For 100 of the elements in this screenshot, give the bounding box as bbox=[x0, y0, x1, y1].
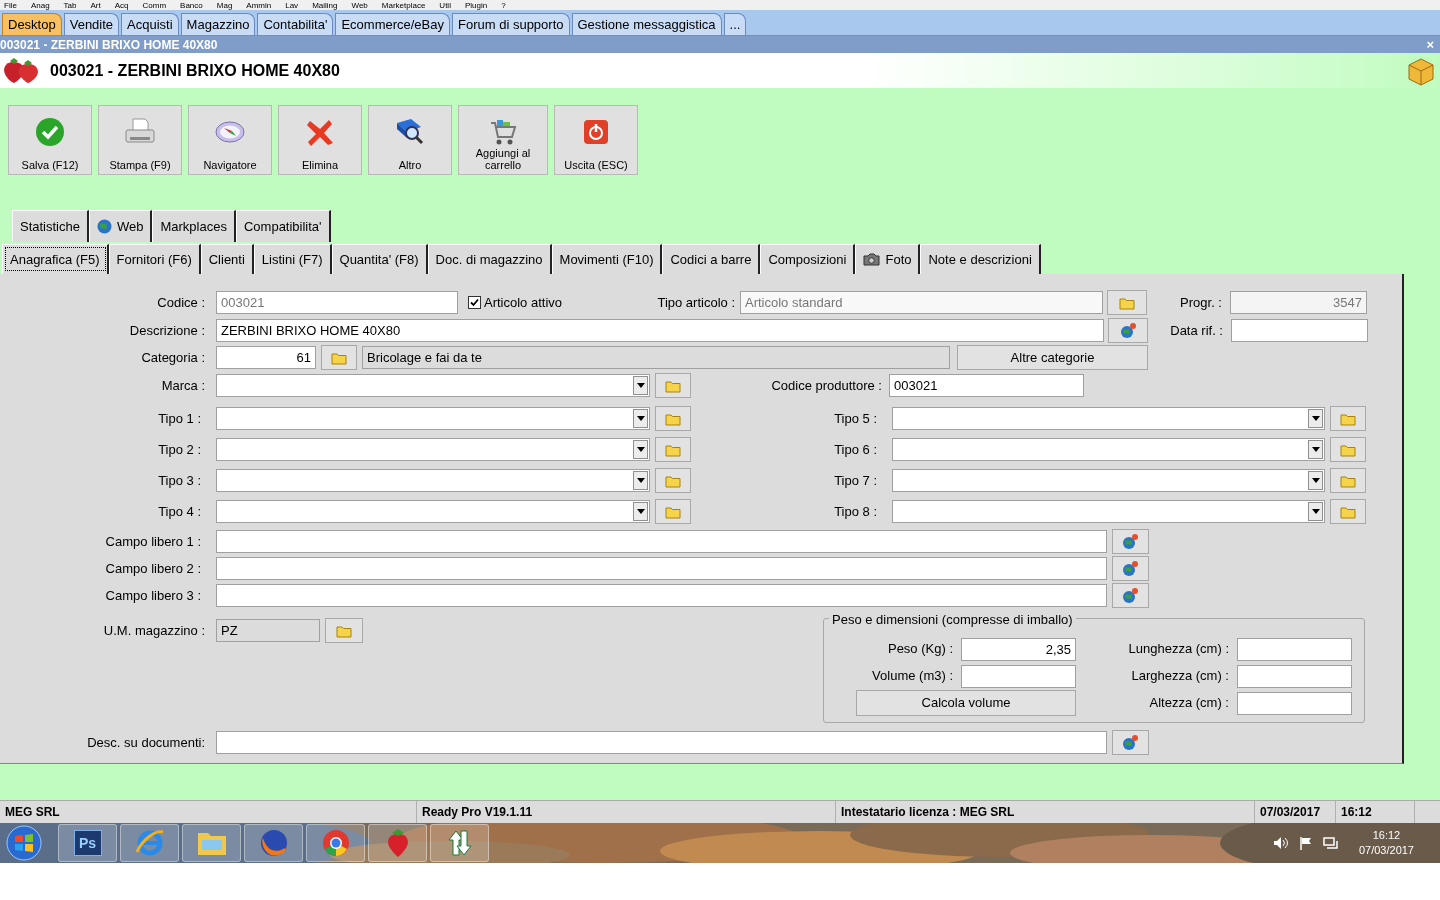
taskbar-app-button[interactable] bbox=[182, 824, 241, 862]
app-tab[interactable]: Ecommerce/eBay bbox=[335, 13, 450, 35]
app-tab[interactable]: Magazzino bbox=[180, 13, 256, 35]
tab[interactable]: Note e descrizioni bbox=[920, 244, 1041, 274]
menu-item[interactable]: Mailing bbox=[312, 1, 338, 10]
menu-item[interactable]: Plugin bbox=[464, 1, 488, 10]
checkbox[interactable] bbox=[468, 296, 481, 309]
menu-item[interactable]: Comm bbox=[142, 1, 167, 10]
clock-time[interactable]: 16:12 bbox=[1372, 828, 1401, 843]
taskbar-app-button[interactable] bbox=[368, 824, 427, 862]
dropdown-field[interactable] bbox=[216, 374, 650, 397]
folder-button[interactable] bbox=[1330, 437, 1366, 462]
folder-button[interactable] bbox=[325, 618, 363, 643]
text-field[interactable]: Bricolage e fai da te bbox=[362, 346, 950, 369]
start-button[interactable] bbox=[4, 824, 44, 862]
menu-item[interactable]: Anag bbox=[30, 1, 50, 10]
app-tab[interactable]: Gestione messaggistica bbox=[571, 13, 722, 35]
toolbar-button[interactable]: Stampa (F9) bbox=[98, 105, 182, 175]
text-field[interactable] bbox=[216, 584, 1107, 607]
text-field[interactable] bbox=[216, 731, 1107, 754]
toolbar-button[interactable]: Elimina bbox=[278, 105, 362, 175]
dropdown-field[interactable] bbox=[216, 500, 650, 523]
menu-item[interactable]: Util bbox=[439, 1, 451, 10]
menu-item[interactable]: Tab bbox=[63, 1, 77, 10]
tab[interactable]: Fornitori (F6) bbox=[108, 244, 201, 274]
folder-button[interactable] bbox=[655, 373, 691, 398]
dropdown-field[interactable] bbox=[216, 438, 650, 461]
taskbar-app-button[interactable]: Ps bbox=[58, 824, 117, 862]
menu-item[interactable]: Banco bbox=[180, 1, 203, 10]
menu-item[interactable]: Acq bbox=[114, 1, 129, 10]
text-field[interactable]: ZERBINI BRIXO HOME 40X80 bbox=[216, 319, 1104, 342]
tab[interactable]: Composizioni bbox=[760, 244, 856, 274]
dropdown-field[interactable] bbox=[216, 407, 650, 430]
dropdown-field[interactable] bbox=[892, 407, 1325, 430]
menu-item[interactable]: Ammin bbox=[246, 1, 272, 10]
globe-button[interactable] bbox=[1108, 318, 1148, 343]
app-tab[interactable]: Forum di supporto bbox=[452, 13, 570, 35]
text-field[interactable] bbox=[216, 557, 1107, 580]
app-tab[interactable]: Contabilita' bbox=[257, 13, 334, 35]
text-field[interactable] bbox=[1237, 637, 1352, 661]
text-field[interactable]: 003021 bbox=[216, 291, 458, 314]
tab[interactable]: Quantita' (F8) bbox=[331, 244, 428, 274]
taskbar-app-button[interactable] bbox=[120, 824, 179, 862]
speaker-icon[interactable] bbox=[1272, 836, 1289, 850]
globe-button[interactable] bbox=[1112, 529, 1149, 554]
text-field[interactable] bbox=[216, 530, 1107, 553]
globe-button[interactable] bbox=[1112, 556, 1149, 581]
menu-item[interactable]: Web bbox=[351, 1, 368, 10]
app-tab[interactable]: Acquisti bbox=[121, 13, 179, 35]
network-icon[interactable] bbox=[1322, 836, 1339, 850]
text-field[interactable] bbox=[961, 664, 1076, 688]
toolbar-button[interactable]: Salva (F12) bbox=[8, 105, 92, 175]
tab[interactable]: Clienti bbox=[200, 244, 254, 274]
tab[interactable]: Web bbox=[89, 210, 153, 242]
text-field[interactable]: PZ bbox=[216, 619, 320, 642]
flag-icon[interactable] bbox=[1298, 836, 1313, 850]
text-field[interactable] bbox=[1237, 691, 1352, 715]
app-tab[interactable]: Vendite bbox=[63, 13, 120, 35]
taskbar-app-button[interactable] bbox=[244, 824, 303, 862]
tab[interactable]: Listini (F7) bbox=[253, 244, 332, 274]
folder-button[interactable] bbox=[655, 406, 691, 431]
taskbar-app-button[interactable] bbox=[306, 824, 365, 862]
toolbar-button[interactable]: Altro bbox=[368, 105, 452, 175]
globe-button[interactable] bbox=[1112, 583, 1149, 608]
folder-button[interactable] bbox=[1330, 468, 1366, 493]
folder-button[interactable] bbox=[655, 437, 691, 462]
toolbar-button[interactable]: Aggiungi al carrello bbox=[458, 105, 548, 175]
folder-button[interactable] bbox=[321, 345, 357, 370]
toolbar-button[interactable]: Navigatore bbox=[188, 105, 272, 175]
globe-button[interactable] bbox=[1112, 730, 1149, 755]
toolbar-button[interactable]: Uscita (ESC) bbox=[554, 105, 638, 175]
menu-item[interactable]: Lav bbox=[285, 1, 299, 10]
dropdown-field[interactable] bbox=[892, 469, 1325, 492]
folder-button[interactable] bbox=[655, 499, 691, 524]
tab[interactable]: Anagrafica (F5) bbox=[2, 244, 109, 274]
text-field[interactable] bbox=[1231, 319, 1368, 342]
taskbar-app-button[interactable] bbox=[430, 824, 489, 862]
dropdown-field[interactable] bbox=[216, 469, 650, 492]
text-field[interactable] bbox=[1237, 664, 1352, 688]
tab[interactable]: Doc. di magazzino bbox=[427, 244, 552, 274]
menu-item[interactable]: Mag bbox=[216, 1, 233, 10]
altre-categorie-button[interactable]: Altre categorie bbox=[957, 345, 1148, 370]
tab[interactable]: Foto bbox=[855, 244, 921, 274]
text-field[interactable]: 61 bbox=[216, 346, 316, 369]
folder-button[interactable] bbox=[1330, 406, 1366, 431]
app-tab[interactable]: ... bbox=[723, 13, 747, 35]
folder-button[interactable] bbox=[1107, 290, 1147, 315]
dropdown-field[interactable] bbox=[892, 500, 1325, 523]
tab[interactable]: Statistiche bbox=[12, 210, 89, 242]
menu-item[interactable]: Art bbox=[90, 1, 101, 10]
folder-button[interactable] bbox=[1330, 499, 1366, 524]
tab[interactable]: Movimenti (F10) bbox=[551, 244, 663, 274]
calcola-volume-button[interactable]: Calcola volume bbox=[856, 690, 1076, 716]
menu-item[interactable]: ? bbox=[501, 1, 506, 10]
folder-button[interactable] bbox=[655, 468, 691, 493]
tab[interactable]: Codici a barre bbox=[662, 244, 761, 274]
tab[interactable]: Markplaces bbox=[152, 210, 236, 242]
text-field[interactable]: 003021 bbox=[889, 374, 1084, 397]
text-field[interactable]: 3547 bbox=[1230, 291, 1367, 314]
menu-item[interactable]: Marketplace bbox=[381, 1, 426, 10]
